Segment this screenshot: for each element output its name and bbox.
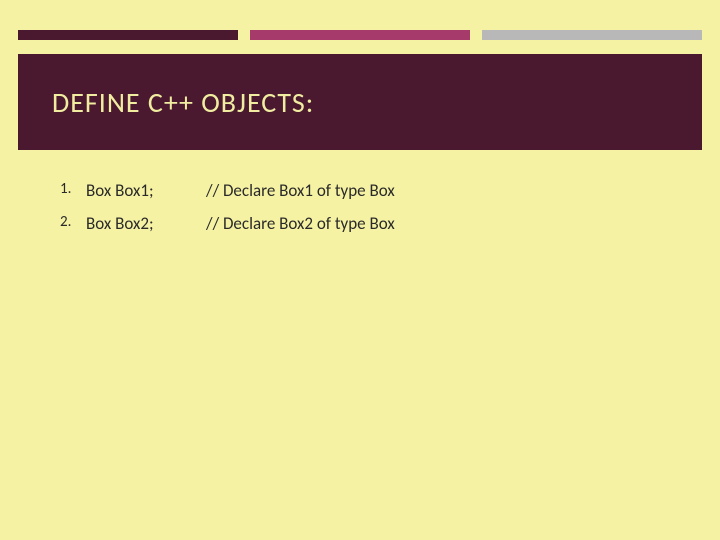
stripe-magenta xyxy=(250,30,470,40)
list-item: Box Box2; // Declare Box2 of type Box xyxy=(60,213,680,234)
comment-text: // Declare Box1 of type Box xyxy=(206,180,680,201)
comment-text: // Declare Box2 of type Box xyxy=(206,213,680,234)
accent-stripe-row xyxy=(18,30,702,40)
code-list: Box Box1; // Declare Box1 of type Box Bo… xyxy=(60,180,680,234)
code-text: Box Box1; xyxy=(86,180,206,201)
code-text: Box Box2; xyxy=(86,213,206,234)
list-item: Box Box1; // Declare Box1 of type Box xyxy=(60,180,680,201)
slide-title: DEFINE C++ OBJECTS: xyxy=(52,85,314,120)
title-block: DEFINE C++ OBJECTS: xyxy=(18,54,702,150)
stripe-gray xyxy=(482,30,702,40)
content-area: Box Box1; // Declare Box1 of type Box Bo… xyxy=(60,180,680,246)
stripe-dark xyxy=(18,30,238,40)
